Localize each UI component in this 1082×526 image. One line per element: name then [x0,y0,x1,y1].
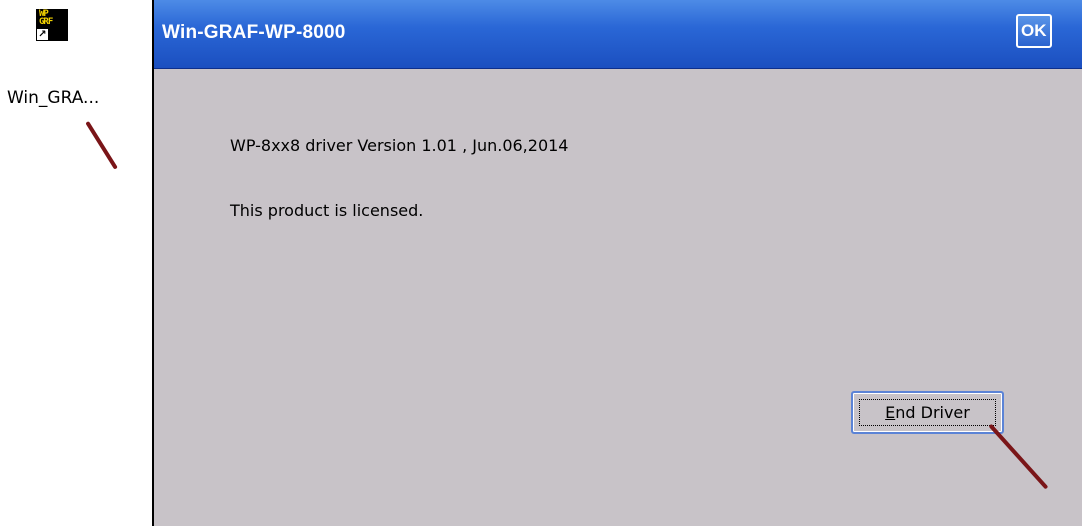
license-status-text: This product is licensed. [230,201,424,220]
ok-button[interactable]: OK [1016,14,1052,48]
window-title: Win-GRAF-WP-8000 [162,22,346,43]
accelerator-key: E [885,403,896,422]
end-driver-button-label: End Driver [859,399,996,426]
driver-dialog-window: Win-GRAF-WP-8000 OK WP-8xx8 driver Versi… [152,0,1082,526]
driver-version-text: WP-8xx8 driver Version 1.01 , Jun.06,201… [230,136,569,155]
title-bar[interactable]: Win-GRAF-WP-8000 OK [154,0,1082,69]
desktop-shortcut-wingraf[interactable]: WP GRF ↗ Win_GRA... [0,0,150,140]
end-driver-button[interactable]: End Driver [851,391,1004,434]
shortcut-arrow-icon: ↗ [36,28,49,41]
wingraf-logo: WP GRF [39,9,53,27]
wingraf-app-icon: WP GRF ↗ [36,9,68,41]
shortcut-label: Win_GRA... [7,88,100,108]
